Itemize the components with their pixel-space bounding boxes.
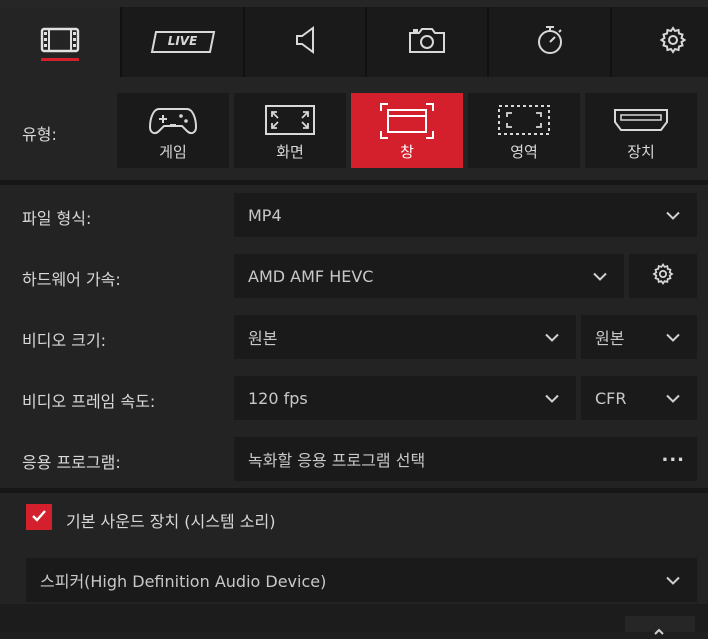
- default-sound-device-label: 기본 사운드 장치 (시스템 소리): [66, 512, 276, 531]
- chevron-down-icon: [544, 328, 560, 347]
- capture-type-section: 유형: 게임 화면 창 영역 장치: [0, 77, 708, 180]
- type-option-region[interactable]: 영역: [468, 93, 580, 168]
- screenshot-tab[interactable]: [367, 7, 489, 77]
- gear-icon: [652, 263, 674, 289]
- film-icon: [40, 26, 80, 58]
- window-icon: [380, 103, 434, 143]
- hw-accel-label: 하드웨어 가속:: [22, 270, 121, 289]
- type-option-screen[interactable]: 화면: [234, 93, 346, 168]
- timer-tab[interactable]: [489, 7, 612, 77]
- gamepad-icon: [148, 105, 198, 141]
- chevron-down-icon: [665, 328, 681, 347]
- video-tab[interactable]: [0, 7, 122, 77]
- more-options-button[interactable]: ...: [661, 445, 685, 466]
- file-format-value: MP4: [248, 205, 282, 225]
- frame-rate-value: 120 fps: [248, 388, 308, 408]
- application-picker[interactable]: 녹화할 응용 프로그램 선택 ...: [234, 437, 697, 481]
- live-tab[interactable]: LIVE: [122, 7, 245, 77]
- chevron-down-icon: [665, 206, 681, 225]
- frame-rate-label: 비디오 프레임 속도:: [22, 392, 156, 411]
- video-size-select[interactable]: 원본: [234, 315, 576, 359]
- chevron-down-icon: [665, 389, 681, 408]
- recording-settings: 파일 형식: MP4 하드웨어 가속: AMD AMF HEVC 비디오 크기:…: [0, 185, 708, 488]
- video-size-scale-select[interactable]: 원본: [581, 315, 697, 359]
- hw-accel-value: AMD AMF HEVC: [248, 266, 374, 286]
- type-option-window[interactable]: 창: [351, 93, 463, 168]
- application-placeholder: 녹화할 응용 프로그램 선택: [248, 451, 426, 470]
- fullscreen-icon: [265, 105, 315, 139]
- video-size-value: 원본: [248, 329, 278, 348]
- type-option-device[interactable]: 장치: [585, 93, 697, 168]
- frame-rate-mode-value: CFR: [595, 388, 627, 408]
- stopwatch-icon: [534, 24, 566, 60]
- type-option-label: 영역: [510, 143, 538, 161]
- file-format-label: 파일 형식:: [22, 209, 92, 228]
- audio-device-select[interactable]: 스피커(High Definition Audio Device): [26, 558, 697, 602]
- audio-device-value: 스피커(High Definition Audio Device): [40, 572, 327, 591]
- video-size-scale-value: 원본: [595, 329, 625, 348]
- video-size-label: 비디오 크기:: [22, 331, 107, 350]
- hdmi-icon: [614, 109, 668, 135]
- chevron-down-icon: [592, 267, 608, 286]
- chevron-down-icon: [665, 571, 681, 590]
- active-tab-indicator: [41, 58, 79, 61]
- chevron-up-icon: [653, 620, 665, 639]
- frame-rate-mode-select[interactable]: CFR: [581, 376, 697, 420]
- live-label: LIVE: [167, 34, 198, 48]
- bottom-bar: [0, 604, 708, 632]
- settings-tab[interactable]: [612, 7, 708, 77]
- chevron-down-icon: [544, 389, 560, 408]
- hw-accel-settings-button[interactable]: [629, 254, 697, 298]
- audio-tab[interactable]: [245, 7, 367, 77]
- type-label: 유형:: [22, 125, 57, 144]
- type-option-label: 화면: [276, 143, 304, 161]
- hw-accel-select[interactable]: AMD AMF HEVC: [234, 254, 624, 298]
- collapse-button[interactable]: [625, 616, 695, 635]
- type-option-label: 장치: [627, 143, 655, 161]
- tab-bar-top-strip: [0, 0, 708, 7]
- top-tab-bar: LIVE: [0, 0, 708, 77]
- type-option-label: 게임: [159, 143, 187, 161]
- speaker-icon: [293, 25, 317, 59]
- region-icon: [498, 105, 550, 139]
- gear-icon: [659, 26, 687, 58]
- frame-rate-select[interactable]: 120 fps: [234, 376, 576, 420]
- checkmark-icon: [31, 508, 47, 527]
- default-sound-device-checkbox[interactable]: [26, 504, 52, 530]
- application-label: 응용 프로그램:: [22, 453, 121, 472]
- camera-icon: [407, 25, 447, 59]
- file-format-select[interactable]: MP4: [234, 193, 697, 237]
- type-option-label: 창: [400, 143, 414, 161]
- live-icon: LIVE: [150, 30, 216, 54]
- type-option-game[interactable]: 게임: [117, 93, 229, 168]
